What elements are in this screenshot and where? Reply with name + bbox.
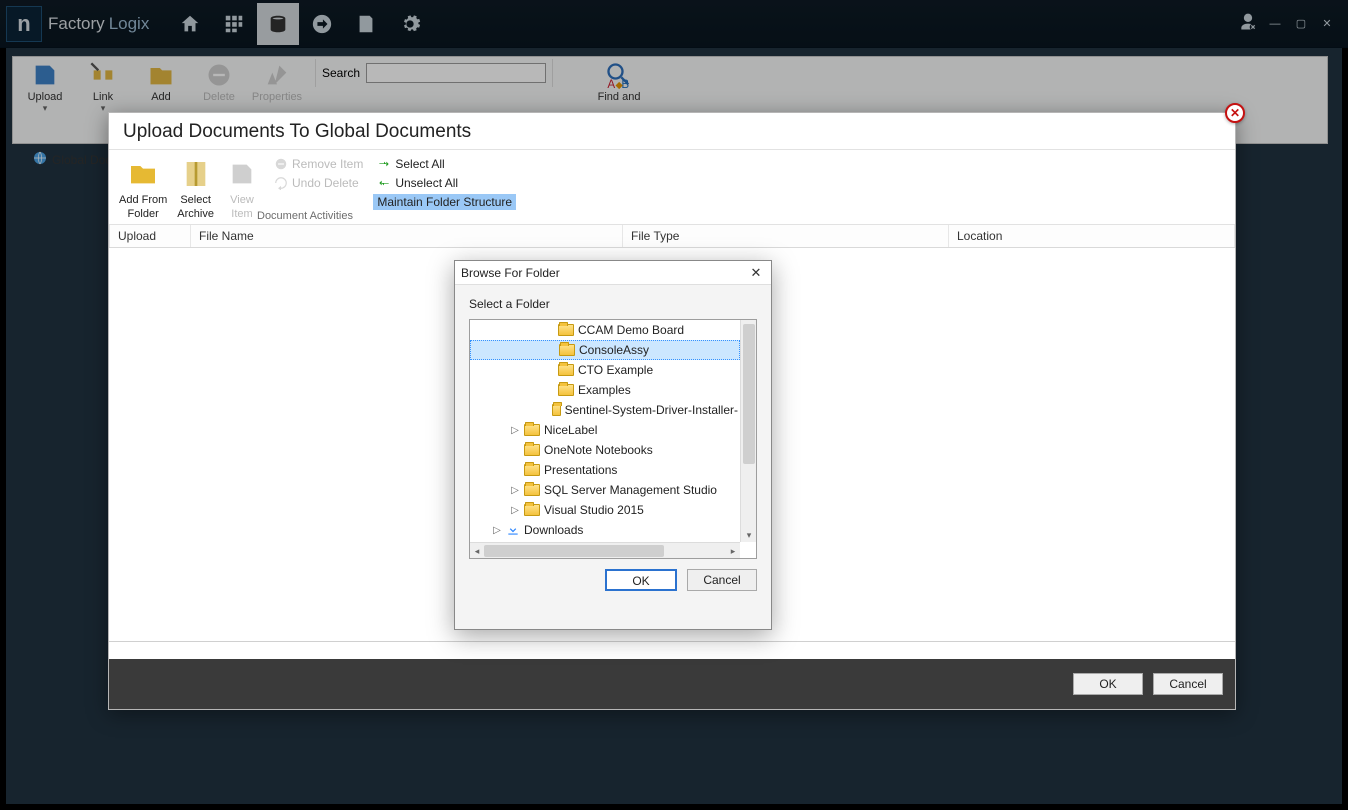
browse-dialog-titlebar[interactable]: Browse For Folder ✕ (455, 261, 771, 285)
tree-node[interactable]: ▷ Downloads (470, 520, 740, 540)
grid-header: Upload File Name File Type Location (109, 225, 1235, 248)
col-header-upload[interactable]: Upload (109, 225, 191, 247)
folder-tree: CCAM Demo Board ConsoleAssy CTO Example … (469, 319, 757, 559)
remove-item-button: Remove Item (270, 156, 367, 172)
add-from-folder-button[interactable]: Add From Folder (115, 154, 171, 222)
folder-icon (524, 504, 540, 516)
expand-icon[interactable]: ▷ (510, 485, 520, 496)
dialog-close-button[interactable]: ✕ (1225, 103, 1245, 123)
expand-icon[interactable]: ▷ (510, 425, 520, 436)
tree-node[interactable]: CTO Example (470, 360, 740, 380)
dialog-title: Upload Documents To Global Documents (109, 113, 1235, 149)
browse-cancel-button[interactable]: Cancel (687, 569, 757, 591)
folder-icon (558, 364, 574, 376)
select-all-button[interactable]: Select All (373, 156, 516, 172)
dialog-footer: OK Cancel (109, 659, 1235, 709)
folder-icon (524, 484, 540, 496)
unselect-all-button[interactable]: Unselect All (373, 175, 516, 191)
col-header-filetype[interactable]: File Type (623, 225, 949, 247)
undo-delete-button: Undo Delete (270, 175, 367, 191)
tree-node[interactable]: ▷ NiceLabel (470, 420, 740, 440)
expand-icon[interactable]: ▷ (510, 505, 520, 516)
downloads-icon (506, 523, 520, 537)
tree-node[interactable]: CCAM Demo Board (470, 320, 740, 340)
tree-vertical-scrollbar[interactable]: ▴▾ (740, 320, 756, 542)
tree-horizontal-scrollbar[interactable]: ◂▸ (470, 542, 740, 558)
col-header-filename[interactable]: File Name (191, 225, 623, 247)
tree-node[interactable]: OneNote Notebooks (470, 440, 740, 460)
tree-node[interactable]: ▷ Visual Studio 2015 (470, 500, 740, 520)
tree-node[interactable]: ▷ SQL Server Management Studio (470, 480, 740, 500)
maintain-folder-structure-toggle[interactable]: Maintain Folder Structure (373, 194, 516, 210)
folder-icon (524, 424, 540, 436)
upload-dialog-ok-button[interactable]: OK (1073, 673, 1143, 695)
folder-icon (552, 404, 560, 416)
folder-icon (558, 384, 574, 396)
browse-dialog-title: Browse For Folder (461, 266, 560, 280)
col-header-location[interactable]: Location (949, 225, 1235, 247)
folder-icon (559, 344, 575, 356)
folder-icon (524, 444, 540, 456)
folder-icon (524, 464, 540, 476)
browse-ok-button[interactable]: OK (605, 569, 677, 591)
expand-icon[interactable]: ▷ (492, 525, 502, 536)
upload-dialog-cancel-button[interactable]: Cancel (1153, 673, 1223, 695)
browse-dialog-close-button[interactable]: ✕ (747, 265, 765, 281)
select-archive-button[interactable]: Select Archive (173, 154, 218, 222)
tree-node[interactable]: Examples (470, 380, 740, 400)
tree-node-selected[interactable]: ConsoleAssy (470, 340, 740, 360)
tree-node[interactable]: Presentations (470, 460, 740, 480)
browse-dialog-label: Select a Folder (455, 285, 771, 319)
dialog-ribbon: Add From Folder Select Archive View Item… (109, 149, 1235, 225)
ribbon-group-label: Document Activities (257, 210, 353, 222)
tree-node[interactable]: Sentinel-System-Driver-Installer- (470, 400, 740, 420)
folder-icon (558, 324, 574, 336)
browse-for-folder-dialog: Browse For Folder ✕ Select a Folder CCAM… (454, 260, 772, 630)
